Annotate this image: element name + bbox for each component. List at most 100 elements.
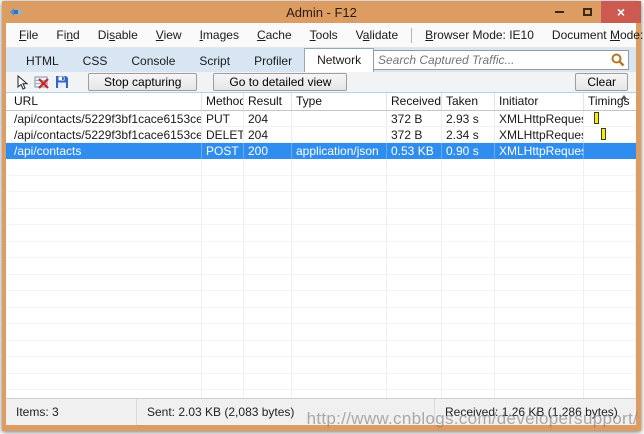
empty-cell bbox=[387, 357, 442, 374]
go-to-detailed-view-button[interactable]: Go to detailed view bbox=[213, 73, 347, 91]
tab-console[interactable]: Console bbox=[119, 51, 187, 72]
menu-item-tools[interactable]: Tools bbox=[301, 28, 347, 42]
menu-item-view[interactable]: View bbox=[147, 28, 191, 42]
column-header-result[interactable]: Result bbox=[244, 93, 292, 110]
column-header-type[interactable]: Type bbox=[292, 93, 387, 110]
empty-cell bbox=[495, 176, 584, 193]
request-row[interactable]: /api/contacts/5229f3bf1cace6153ceec264PU… bbox=[6, 111, 636, 127]
menu-item-validate[interactable]: Validate bbox=[347, 28, 408, 42]
empty-cell bbox=[6, 374, 202, 391]
empty-cell bbox=[202, 291, 244, 308]
empty-cell bbox=[202, 390, 244, 398]
column-header-initiator[interactable]: Initiator bbox=[495, 93, 584, 110]
empty-cell bbox=[442, 225, 495, 242]
close-button[interactable]: × bbox=[601, 1, 641, 23]
empty-cell bbox=[584, 374, 636, 391]
clear-button[interactable]: Clear bbox=[575, 73, 628, 91]
search-icon[interactable] bbox=[610, 52, 626, 68]
empty-cell bbox=[442, 275, 495, 292]
empty-cell bbox=[202, 225, 244, 242]
empty-cell bbox=[442, 242, 495, 259]
tab-html[interactable]: HTML bbox=[14, 51, 71, 72]
maximize-icon bbox=[583, 8, 592, 16]
empty-grid-row bbox=[6, 374, 636, 391]
empty-grid-row bbox=[6, 291, 636, 308]
empty-cell bbox=[244, 341, 292, 358]
empty-cell bbox=[495, 341, 584, 358]
empty-cell bbox=[495, 374, 584, 391]
cell-type: application/json bbox=[292, 143, 387, 159]
maximize-button[interactable] bbox=[573, 1, 601, 23]
empty-cell bbox=[292, 374, 387, 391]
empty-grid-row bbox=[6, 390, 636, 398]
empty-grid-row bbox=[6, 159, 636, 176]
empty-cell bbox=[442, 291, 495, 308]
cell-received: 372 B bbox=[387, 127, 442, 143]
empty-cell bbox=[6, 242, 202, 259]
empty-cell bbox=[387, 209, 442, 226]
menu-item-images[interactable]: Images bbox=[191, 28, 248, 42]
empty-grid-row bbox=[6, 308, 636, 325]
empty-cell bbox=[244, 390, 292, 398]
select-element-pointer-icon[interactable] bbox=[12, 74, 32, 91]
empty-cell bbox=[202, 176, 244, 193]
empty-cell bbox=[584, 341, 636, 358]
cell-initiator: XMLHttpRequest bbox=[495, 111, 584, 127]
empty-cell bbox=[584, 308, 636, 325]
column-header-timings[interactable]: Timings bbox=[584, 93, 636, 110]
cell-url: /api/contacts bbox=[6, 143, 202, 159]
empty-cell bbox=[495, 159, 584, 176]
request-row[interactable]: /api/contacts/5229f3bf1cace6153ceec264DE… bbox=[6, 127, 636, 143]
empty-cell bbox=[202, 374, 244, 391]
status-bar: Items: 3 Sent: 2.03 KB (2,083 bytes) Rec… bbox=[6, 398, 636, 425]
cell-method: DELETE bbox=[202, 127, 244, 143]
tab-script[interactable]: Script bbox=[187, 51, 242, 72]
column-header-method[interactable]: Method bbox=[202, 93, 244, 110]
tab-css[interactable]: CSS bbox=[71, 51, 120, 72]
menu-item-find[interactable]: Find bbox=[47, 28, 88, 42]
empty-cell bbox=[584, 324, 636, 341]
empty-cell bbox=[584, 242, 636, 259]
menu-item-cache[interactable]: Cache bbox=[248, 28, 301, 42]
empty-grid-row bbox=[6, 357, 636, 374]
menu-item-document-mode[interactable]: Document Mode: Standards bbox=[543, 28, 644, 42]
empty-cell bbox=[202, 192, 244, 209]
column-header-url[interactable]: URL bbox=[6, 93, 202, 110]
column-header-received[interactable]: Received bbox=[387, 93, 442, 110]
empty-cell bbox=[442, 390, 495, 398]
empty-cell bbox=[495, 192, 584, 209]
empty-cell bbox=[584, 275, 636, 292]
save-icon[interactable] bbox=[52, 74, 72, 91]
cell-taken: 2.93 s bbox=[442, 111, 495, 127]
menu-item-browser-mode[interactable]: Browser Mode: IE10 bbox=[416, 28, 543, 42]
column-header-taken[interactable]: Taken bbox=[442, 93, 495, 110]
cell-result: 200 bbox=[244, 143, 292, 159]
cell-type bbox=[292, 127, 387, 143]
menu-item-disable[interactable]: Disable bbox=[89, 28, 147, 42]
menubar-items: FileFindDisableViewImagesCacheToolsValid… bbox=[10, 28, 644, 43]
empty-cell bbox=[292, 209, 387, 226]
empty-cell bbox=[6, 291, 202, 308]
search-input[interactable] bbox=[374, 53, 610, 67]
empty-cell bbox=[244, 209, 292, 226]
clear-entries-icon[interactable] bbox=[32, 74, 52, 91]
tab-network[interactable]: Network bbox=[304, 48, 374, 72]
empty-cell bbox=[202, 209, 244, 226]
request-row[interactable]: /api/contactsPOST200application/json0.53… bbox=[6, 143, 636, 159]
menu-item-file[interactable]: File bbox=[10, 28, 47, 42]
cell-received: 372 B bbox=[387, 111, 442, 127]
empty-cell bbox=[442, 374, 495, 391]
titlebar[interactable]: Admin - F12 × bbox=[2, 1, 641, 23]
empty-cell bbox=[387, 390, 442, 398]
empty-cell bbox=[202, 324, 244, 341]
empty-grid-row bbox=[6, 275, 636, 292]
minimize-button[interactable] bbox=[545, 1, 573, 23]
empty-cell bbox=[244, 357, 292, 374]
tab-profiler[interactable]: Profiler bbox=[242, 51, 304, 72]
empty-cell bbox=[244, 176, 292, 193]
empty-cell bbox=[442, 357, 495, 374]
stop-capturing-button[interactable]: Stop capturing bbox=[88, 73, 197, 91]
cell-timings bbox=[584, 127, 636, 143]
cell-method: PUT bbox=[202, 111, 244, 127]
empty-grid-row bbox=[6, 176, 636, 193]
